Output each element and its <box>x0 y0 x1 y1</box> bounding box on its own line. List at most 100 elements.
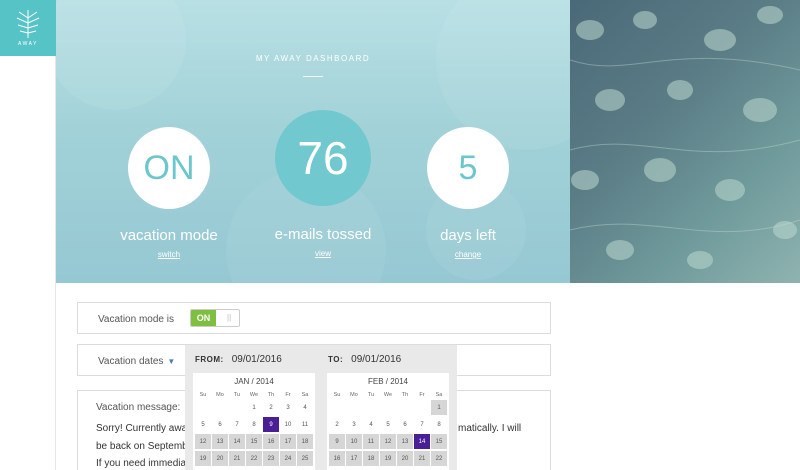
calendar-day[interactable]: 17 <box>280 434 296 449</box>
weekday-label: Su <box>199 392 207 398</box>
calendar-day[interactable]: 1 <box>246 400 262 415</box>
calendar-day[interactable]: 7 <box>414 417 430 432</box>
weekday-label: We <box>383 392 393 398</box>
calendar-day[interactable]: 19 <box>195 451 211 466</box>
calendar-empty-cell <box>380 400 396 415</box>
calendar-day[interactable]: 23 <box>263 451 279 466</box>
calendar-day[interactable]: 5 <box>380 417 396 432</box>
calendar-week: 5 6 7 8 9 10 11 <box>193 417 315 432</box>
vacation-dates-label: Vacation dates <box>98 356 164 367</box>
leaf-photo <box>570 0 800 283</box>
calendar-day[interactable]: 14 <box>229 434 245 449</box>
weekday-label: Tu <box>233 392 241 398</box>
calendar-day[interactable]: 19 <box>380 451 396 466</box>
weekday-label: Mo <box>216 392 224 398</box>
calendar-day[interactable]: 16 <box>263 434 279 449</box>
weekday-label: Sa <box>301 392 309 398</box>
weekday-label: Th <box>401 392 409 398</box>
calendar-grid: 1 2 3 4 5 6 7 8 9 10 11 12 13 14 15 16 17 18 19 20 21 22 23 24 2… <box>193 400 315 466</box>
away-logo[interactable]: AWAY <box>0 0 56 56</box>
calendar-day[interactable]: 10 <box>280 417 296 432</box>
calendar-day[interactable]: 24 <box>280 451 296 466</box>
days-left-value: 5 <box>427 127 509 209</box>
calendar-day[interactable]: 5 <box>195 417 211 432</box>
calendar-day[interactable]: 17 <box>346 451 362 466</box>
calendar-week: 19 20 21 22 23 24 25 <box>193 451 315 466</box>
calendar-empty-cell <box>329 400 345 415</box>
calendar-day[interactable]: 20 <box>212 451 228 466</box>
calendar-day[interactable]: 2 <box>263 400 279 415</box>
to-range[interactable]: TO: 09/01/2016 <box>328 354 401 365</box>
vacation-mode-value: ON <box>128 127 210 209</box>
date-range-picker: FROM: 09/01/2016 TO: 09/01/2016 JAN / 2014… <box>185 345 457 470</box>
calendar-empty-cell <box>229 400 245 415</box>
emails-tossed-label: e-mails tossed <box>274 226 372 243</box>
calendar-week: 2345678 <box>327 417 449 432</box>
calendar-day-selected[interactable]: 14 <box>414 434 430 449</box>
calendar-day[interactable]: 13 <box>397 434 413 449</box>
calendar-empty-cell <box>212 400 228 415</box>
calendar-day[interactable]: 21 <box>229 451 245 466</box>
weekday-label: Tu <box>367 392 375 398</box>
days-left-label: days left <box>440 227 496 244</box>
calendar-day[interactable]: 3 <box>346 417 362 432</box>
view-link[interactable]: view <box>315 249 331 258</box>
calendar-week: 9 10 11 12 13 14 15 <box>327 434 449 449</box>
calendar-day[interactable]: 8 <box>246 417 262 432</box>
calendar-month-jan: JAN / 2014 Su Mo Tu We Th Fr Sa 12345678… <box>193 373 315 470</box>
calendar-day[interactable]: 25 <box>297 451 313 466</box>
emails-tossed-value: 76 <box>275 110 371 206</box>
weekday-label: Th <box>267 392 275 398</box>
calendar-day[interactable]: 4 <box>363 417 379 432</box>
calendar-day[interactable]: 11 <box>363 434 379 449</box>
stat-emails-tossed: 76 e-mails tossed view <box>253 110 393 261</box>
to-label: TO: <box>328 355 344 364</box>
calendar-day[interactable]: 18 <box>297 434 313 449</box>
from-range[interactable]: FROM: 09/01/2016 <box>195 354 282 365</box>
switch-link[interactable]: switch <box>158 250 180 259</box>
calendar-day[interactable]: 18 <box>363 451 379 466</box>
title-underline <box>303 76 323 77</box>
calendar-month-feb: FEB / 2014 Su Mo Tu We Th Fr Sa 12345678… <box>327 373 449 470</box>
calendar-day[interactable]: 6 <box>212 417 228 432</box>
calendar-day[interactable]: 2 <box>329 417 345 432</box>
calendar-week: 12 13 14 15 16 17 18 <box>193 434 315 449</box>
calendar-day[interactable]: 8 <box>431 417 447 432</box>
calendar-day[interactable]: 1 <box>431 400 447 415</box>
weekday-label: Sa <box>435 392 443 398</box>
calendar-day[interactable]: 16 <box>329 451 345 466</box>
calendar-day[interactable]: 9 <box>329 434 345 449</box>
calendar-day[interactable]: 22 <box>246 451 262 466</box>
calendar-day[interactable]: 6 <box>397 417 413 432</box>
calendar-day[interactable]: 20 <box>397 451 413 466</box>
calendar-week: 1234 <box>193 400 315 415</box>
month-title-jan[interactable]: JAN / 2014 <box>193 377 315 386</box>
calendar-day[interactable]: 22 <box>431 451 447 466</box>
calendar-day[interactable]: 12 <box>195 434 211 449</box>
month-title-feb[interactable]: FEB / 2014 <box>327 377 449 386</box>
calendar-day[interactable]: 11 <box>297 417 313 432</box>
from-label: FROM: <box>195 355 224 364</box>
calendar-day[interactable]: 3 <box>280 400 296 415</box>
calendar-day[interactable]: 15 <box>431 434 447 449</box>
vacation-mode-toggle[interactable]: ON || <box>190 309 240 327</box>
vacation-dates-dropdown[interactable]: Vacation dates ▼ <box>98 356 175 367</box>
calendar-day[interactable]: 13 <box>212 434 228 449</box>
calendar-day[interactable]: 12 <box>380 434 396 449</box>
calendar-day[interactable]: 21 <box>414 451 430 466</box>
calendar-day-selected[interactable]: 9 <box>263 417 279 432</box>
calendar-empty-cell <box>397 400 413 415</box>
sidebar <box>0 56 56 470</box>
message-line-3: If you need immedia <box>96 458 187 469</box>
change-link[interactable]: change <box>455 250 481 259</box>
message-line-1-end: matically. I will <box>458 423 522 434</box>
calendar-day[interactable]: 15 <box>246 434 262 449</box>
weekday-header: Su Mo Tu We Th Fr Sa <box>327 392 449 398</box>
calendar-day[interactable]: 7 <box>229 417 245 432</box>
message-line-2: be back on Septemb <box>96 441 188 452</box>
calendar-day[interactable]: 10 <box>346 434 362 449</box>
calendar-week: 16 17 18 19 20 21 22 <box>327 451 449 466</box>
calendar-day[interactable]: 4 <box>297 400 313 415</box>
calendar-grid: 1 2 3 4 5 6 7 8 9 10 11 12 13 14 15 16 17 18 19 20 21 22 <box>327 400 449 466</box>
weekday-label: Su <box>333 392 341 398</box>
